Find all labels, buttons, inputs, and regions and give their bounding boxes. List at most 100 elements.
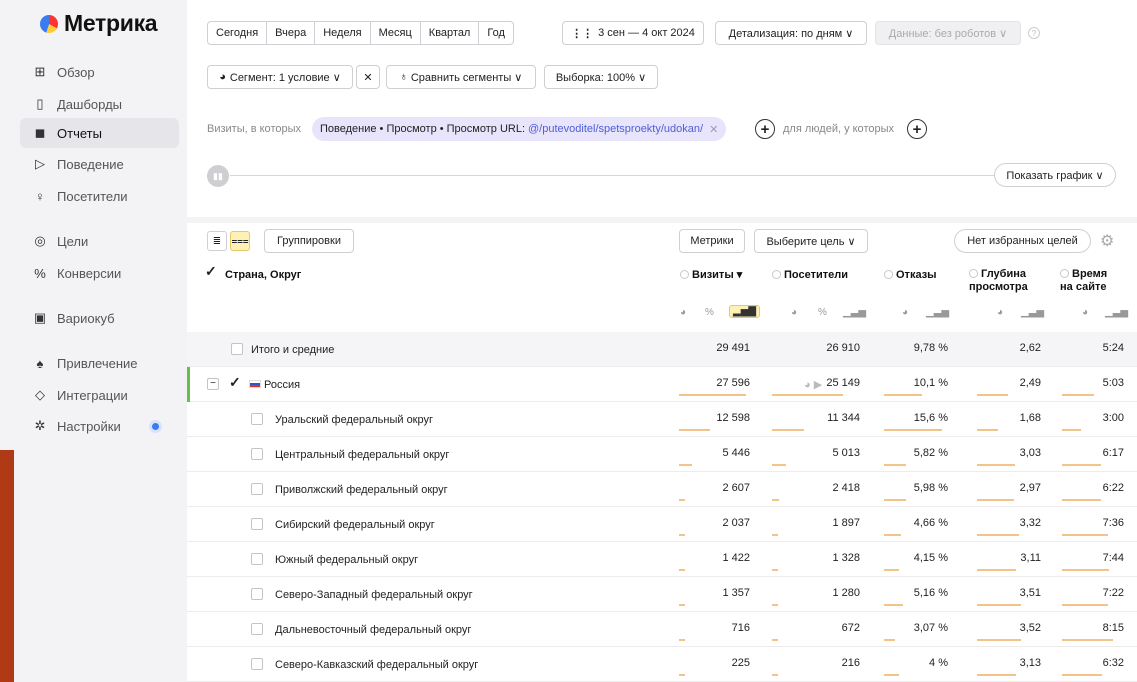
row-name[interactable]: Приволжский федеральный округ bbox=[275, 484, 448, 496]
row-checkbox[interactable] bbox=[251, 623, 263, 635]
table-row[interactable]: Центральный федеральный округ 5 446 5 013 5… bbox=[187, 437, 1137, 472]
filter-chip[interactable]: Поведение • Просмотр • Просмотр URL: @/p… bbox=[312, 117, 727, 141]
table-row[interactable]: Северо-Кавказский федеральный округ 225 21… bbox=[187, 647, 1137, 682]
date-range-button[interactable]: ⋮⋮ 3 сен — 4 окт 2024 bbox=[562, 21, 704, 45]
period-0[interactable]: Сегодня bbox=[208, 22, 268, 44]
sample-select[interactable]: Выборка: 100% ∨ bbox=[544, 65, 658, 89]
table-row[interactable]: Сибирский федеральный округ 2 037 1 897 4,6… bbox=[187, 507, 1137, 542]
period-3[interactable]: Месяц bbox=[371, 22, 421, 44]
row-name[interactable]: Южный федеральный округ bbox=[275, 554, 418, 566]
column-header-1[interactable]: Посетители bbox=[772, 269, 872, 282]
sidebar-item-user[interactable]: ♀ Посетители bbox=[20, 181, 179, 211]
table-row[interactable]: Уральский федеральный округ 12 598 11 344 1… bbox=[187, 402, 1137, 437]
column-header-3[interactable]: Глубина просмотра bbox=[969, 268, 1049, 294]
row-checkbox[interactable] bbox=[251, 413, 263, 425]
row-name[interactable]: Центральный федеральный округ bbox=[275, 449, 449, 461]
row-checkbox[interactable] bbox=[251, 448, 263, 460]
metrics-button[interactable]: Метрики bbox=[679, 229, 745, 253]
sidebar-item-dashboard[interactable]: ▯ Дашборды bbox=[20, 89, 179, 119]
table-row[interactable]: Северо-Западный федеральный округ 1 357 1 … bbox=[187, 577, 1137, 612]
pie-chart-icon[interactable]: ◕ bbox=[680, 307, 686, 318]
pie-chart-icon[interactable]: ◕ bbox=[1082, 307, 1088, 318]
sidebar-item-cube[interactable]: ▣ Вариокуб bbox=[20, 303, 179, 333]
segment-select[interactable]: ◕ Сегмент: 1 условие ∨ bbox=[207, 65, 353, 89]
period-1[interactable]: Вчера bbox=[267, 22, 316, 44]
column-info-icon[interactable] bbox=[969, 269, 978, 278]
sidebar-item-percent[interactable]: % Конверсии bbox=[20, 258, 179, 288]
sidebar-item-fire[interactable]: ♠ Привлечение bbox=[20, 348, 179, 378]
row-name[interactable]: Итого и средние bbox=[251, 344, 334, 356]
row-name[interactable]: Дальневосточный федеральный округ bbox=[275, 624, 471, 636]
sidebar-item-gear[interactable]: ✲ Настройки bbox=[20, 411, 179, 441]
table-row[interactable]: Дальневосточный федеральный округ 716 672 3… bbox=[187, 612, 1137, 647]
column-header-0[interactable]: Визиты ▾ bbox=[680, 269, 760, 282]
table-row[interactable]: − ✓ Россия ◕ ▶ 27 596 25 149 10,1 % 2,49 5:03 bbox=[187, 367, 1137, 402]
period-5[interactable]: Год bbox=[479, 22, 513, 44]
settings-gear-icon[interactable]: ⚙ bbox=[1100, 231, 1114, 251]
row-actions-icon[interactable]: ◕ ▶ bbox=[804, 378, 822, 391]
row-name[interactable]: Россия bbox=[249, 379, 300, 391]
pie-chart-icon[interactable]: ◕ bbox=[902, 307, 908, 318]
row-checkbox[interactable] bbox=[251, 483, 263, 495]
dimension-checkbox[interactable]: ✓ bbox=[205, 263, 217, 280]
column-header-4[interactable]: Время на сайте bbox=[1060, 268, 1120, 294]
row-checkbox[interactable] bbox=[251, 658, 263, 670]
add-visit-condition-button[interactable]: + bbox=[755, 119, 775, 139]
column-info-icon[interactable] bbox=[680, 270, 689, 279]
data-filter-select[interactable]: Данные: без роботов ∨ bbox=[875, 21, 1021, 45]
column-info-icon[interactable] bbox=[1060, 269, 1069, 278]
chart-icon[interactable]: ▮▮ bbox=[207, 165, 229, 187]
favorites-button[interactable]: Нет избранных целей bbox=[954, 229, 1091, 253]
tree-view-icon[interactable]: ⩶ bbox=[230, 231, 250, 251]
table-row[interactable]: Приволжский федеральный округ 2 607 2 418 5… bbox=[187, 472, 1137, 507]
pie-chart-icon[interactable]: ◕ bbox=[997, 307, 1003, 318]
sidebar-item-play[interactable]: ▷ Поведение bbox=[20, 149, 179, 179]
period-2[interactable]: Неделя bbox=[315, 22, 371, 44]
list-view-icon[interactable]: ≣ bbox=[207, 231, 227, 251]
percent-icon[interactable]: % bbox=[705, 307, 714, 318]
collapse-icon[interactable]: − bbox=[207, 378, 219, 390]
table-row[interactable]: Южный федеральный округ 1 422 1 328 4,15 % 3… bbox=[187, 542, 1137, 577]
sidebar-item-reports[interactable]: ◼ Отчеты bbox=[20, 118, 179, 148]
period-4[interactable]: Квартал bbox=[421, 22, 480, 44]
row-name[interactable]: Северо-Кавказский федеральный округ bbox=[275, 659, 478, 671]
totals-row[interactable]: Итого и средние 29 491 26 910 9,78 % 2,62 5:2… bbox=[187, 332, 1137, 367]
column-info-icon[interactable] bbox=[884, 270, 893, 279]
bar-chart-icon[interactable]: ▁▃▅ bbox=[1021, 307, 1044, 318]
row-name[interactable]: Сибирский федеральный округ bbox=[275, 519, 435, 531]
pie-chart-icon[interactable]: ◕ bbox=[791, 307, 797, 318]
row-name[interactable]: Северо-Западный федеральный округ bbox=[275, 589, 473, 601]
value-bar bbox=[1062, 429, 1081, 431]
column-header-2[interactable]: Отказы bbox=[884, 269, 954, 282]
calendar-icon: ⋮⋮ bbox=[571, 27, 594, 40]
bar-chart-icon[interactable]: ▂▅▇ bbox=[729, 305, 761, 318]
show-chart-button[interactable]: Показать график ∨ bbox=[994, 163, 1116, 187]
dimension-header[interactable]: Страна, Округ bbox=[225, 269, 301, 282]
clear-segment-button[interactable]: ✕ bbox=[356, 65, 380, 89]
remove-filter-icon[interactable]: ✕ bbox=[709, 123, 718, 136]
sidebar-item-puzzle[interactable]: ◇ Интеграции bbox=[20, 380, 179, 410]
bar-chart-icon[interactable]: ▁▃▅ bbox=[843, 307, 866, 318]
value-bar bbox=[977, 429, 998, 431]
add-people-condition-button[interactable]: + bbox=[907, 119, 927, 139]
column-info-icon[interactable] bbox=[772, 270, 781, 279]
row-checkbox[interactable] bbox=[251, 588, 263, 600]
row-checkbox[interactable] bbox=[251, 518, 263, 530]
detail-select[interactable]: Детализация: по дням ∨ bbox=[715, 21, 867, 45]
percent-icon[interactable]: % bbox=[818, 307, 827, 318]
row-checkbox[interactable]: ✓ bbox=[229, 374, 241, 391]
cell-3: 2,62 bbox=[1019, 342, 1041, 354]
logo[interactable]: Метрика bbox=[40, 10, 158, 37]
help-icon[interactable]: ? bbox=[1028, 27, 1040, 39]
gear-icon: ✲ bbox=[34, 418, 46, 433]
bar-chart-icon[interactable]: ▁▃▅ bbox=[926, 307, 949, 318]
compare-segments-button[interactable]: ♁ Сравнить сегменты ∨ bbox=[386, 65, 536, 89]
row-checkbox[interactable] bbox=[231, 343, 243, 355]
sidebar-item-grid[interactable]: ⊞ Обзор bbox=[20, 57, 179, 87]
row-checkbox[interactable] bbox=[251, 553, 263, 565]
groupings-button[interactable]: Группировки bbox=[264, 229, 354, 253]
goal-select[interactable]: Выберите цель ∨ bbox=[754, 229, 868, 253]
bar-chart-icon[interactable]: ▁▃▅ bbox=[1105, 307, 1128, 318]
sidebar-item-target[interactable]: ◎ Цели bbox=[20, 226, 179, 256]
row-name[interactable]: Уральский федеральный округ bbox=[275, 414, 433, 426]
